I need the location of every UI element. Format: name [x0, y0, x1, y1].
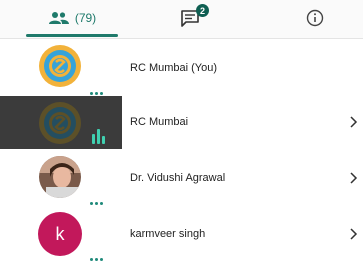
participant-name: Dr. Vidushi Agrawal: [130, 172, 226, 184]
more-options-icon[interactable]: [90, 248, 110, 261]
tab-participants[interactable]: (79): [20, 0, 125, 36]
active-tab-indicator: [26, 34, 118, 37]
participant-count: (79): [74, 11, 97, 25]
info-icon: [306, 9, 324, 27]
chevron-right-icon[interactable]: [348, 116, 358, 128]
participant-row[interactable]: k karmveer singh: [0, 206, 363, 262]
more-options-icon[interactable]: [90, 82, 110, 95]
avatar: [39, 156, 81, 198]
avatar-initial: k: [55, 223, 65, 244]
participant-row[interactable]: Dr. Vidushi Agrawal: [0, 150, 363, 206]
participant-row-details[interactable]: RC Mumbai: [122, 96, 363, 149]
speaking-indicator-icon: [92, 128, 110, 144]
participant-row[interactable]: RC Mumbai (You): [0, 40, 363, 96]
tab-info[interactable]: [295, 0, 335, 36]
participant-row-active[interactable]: [0, 96, 122, 149]
unread-badge: 2: [196, 4, 209, 17]
participant-name: RC Mumbai: [130, 116, 189, 128]
chevron-right-icon[interactable]: [348, 228, 358, 240]
people-icon: [48, 12, 69, 24]
participant-name: RC Mumbai (You): [130, 62, 218, 74]
logo-icon: [39, 102, 81, 144]
participant-name: karmveer singh: [130, 228, 206, 240]
avatar: k: [38, 212, 82, 256]
tab-bar: (79) 2: [0, 0, 363, 39]
more-options-icon[interactable]: [90, 192, 110, 205]
chevron-right-icon[interactable]: [348, 172, 358, 184]
logo-icon: [39, 45, 81, 87]
